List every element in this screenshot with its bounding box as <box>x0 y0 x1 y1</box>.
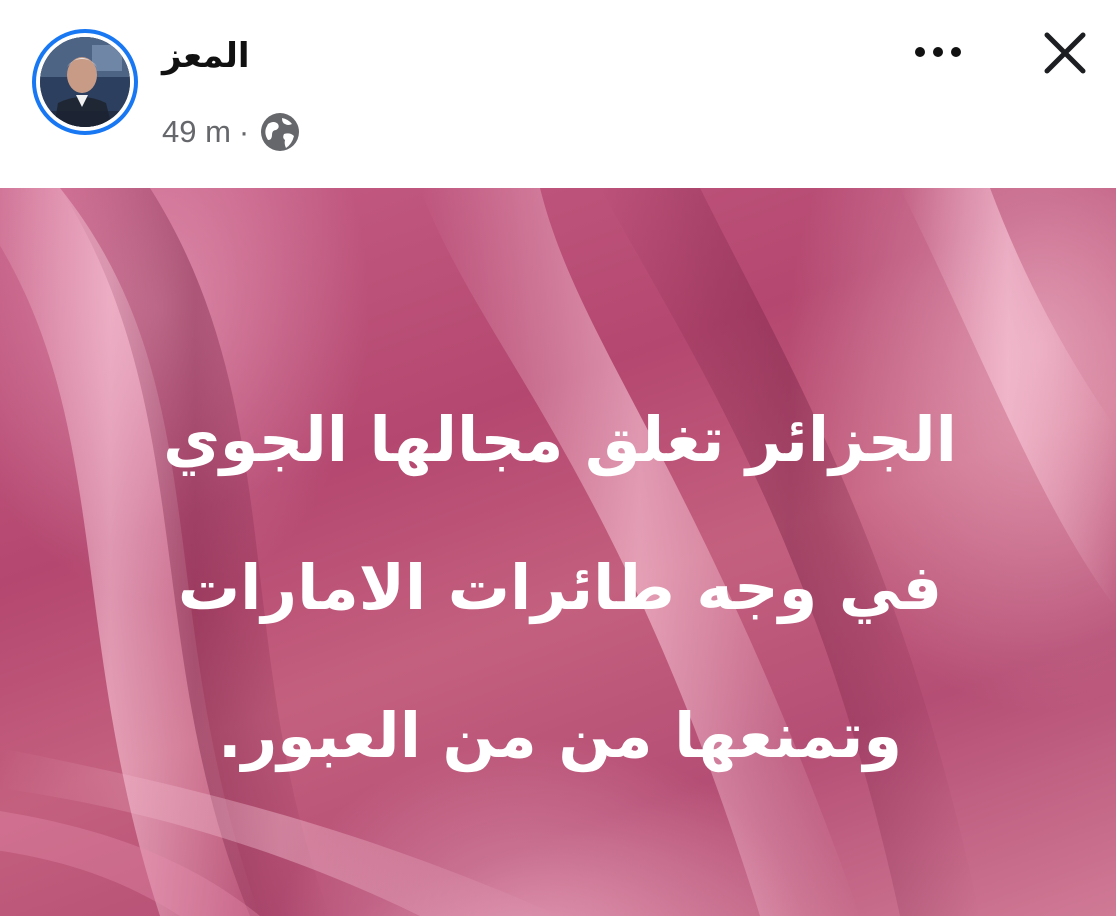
post-viewer: المعز 49 m · الجزائر تغلق مجالها الجوي ف… <box>0 0 1116 916</box>
post-text-line-2: في وجه طائرات الامارات <box>177 551 943 624</box>
close-icon <box>1044 32 1086 74</box>
avatar[interactable] <box>40 37 130 127</box>
meta-separator: · <box>238 114 250 149</box>
more-options-button[interactable] <box>902 28 974 76</box>
post-meta: 49 m · <box>162 108 302 156</box>
post-image[interactable]: الجزائر تغلق مجالها الجوي في وجه طائرات … <box>0 188 1116 916</box>
author-avatar-ring[interactable] <box>32 29 138 135</box>
author-name[interactable]: المعز <box>162 30 250 82</box>
globe-icon[interactable] <box>258 110 302 154</box>
more-dots-icon <box>915 47 961 57</box>
post-text: الجزائر تغلق مجالها الجوي في وجه طائرات … <box>60 366 1060 810</box>
post-timestamp[interactable]: 49 m <box>162 108 231 156</box>
post-text-line-1: الجزائر تغلق مجالها الجوي <box>163 403 957 476</box>
post-header: المعز 49 m · <box>0 0 1116 188</box>
post-text-line-3: وتمنعها من من العبور. <box>218 699 902 772</box>
close-button[interactable] <box>1034 22 1096 84</box>
profile-photo-icon <box>40 37 130 127</box>
